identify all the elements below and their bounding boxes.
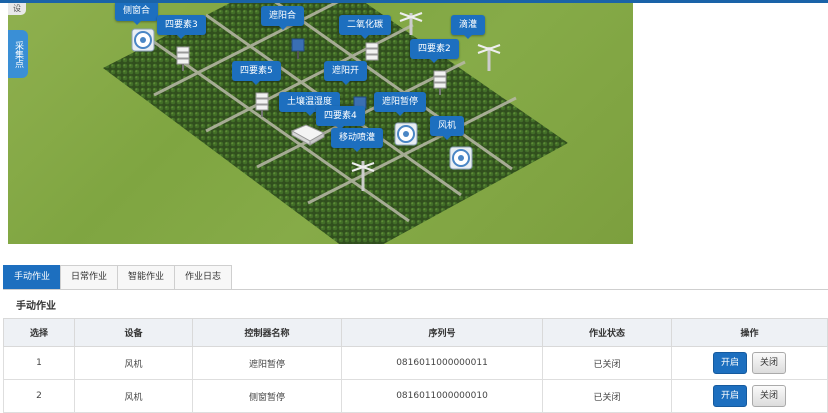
- sensor-icon[interactable]: [253, 91, 271, 117]
- mobile-sprinkler-icon[interactable]: [350, 153, 376, 193]
- tab-daily-operation[interactable]: 日常作业: [60, 265, 119, 289]
- row-actions-cell: 开启 关闭: [671, 379, 828, 413]
- operation-tabs: 手动作业 日常作业 智能作业 作业日志: [3, 265, 233, 290]
- turn-off-button[interactable]: 关闭: [751, 385, 786, 407]
- row-serial-cell: 0816011000000011: [341, 346, 543, 380]
- turn-on-button[interactable]: 开启: [713, 352, 748, 374]
- row-select-cell[interactable]: 1: [3, 346, 75, 380]
- section-title: 手动作业: [16, 301, 56, 312]
- device-tag-four-element-2[interactable]: 四要素2: [410, 39, 459, 63]
- column-header-select: 选择: [3, 318, 75, 347]
- row-device-cell: 风机: [74, 379, 193, 413]
- sensor-icon[interactable]: [431, 69, 449, 95]
- fan-icon[interactable]: [393, 121, 419, 147]
- tab-operation-log[interactable]: 作业日志: [174, 265, 233, 289]
- soil-sensor-box-icon[interactable]: [290, 123, 326, 147]
- collection-point-side-tab[interactable]: 采集点: [8, 30, 28, 78]
- fan-icon[interactable]: [448, 145, 474, 171]
- side-tab-collapse[interactable]: 设: [8, 3, 26, 15]
- device-tag-shade-open[interactable]: 遮阳开: [324, 61, 368, 85]
- fan-icon[interactable]: [130, 27, 156, 53]
- table-row[interactable]: 2 风机 侧窗暂停 0816011000000010 已关闭 开启 关闭: [3, 379, 828, 413]
- device-tag-four-element-4[interactable]: 四要素4: [316, 106, 365, 130]
- row-controller-cell: 遮阳暂停: [192, 346, 342, 380]
- column-header-serial: 序列号: [341, 318, 543, 347]
- device-tag-co2[interactable]: 二氧化碳: [339, 15, 392, 39]
- row-actions-cell: 开启 关闭: [671, 346, 828, 380]
- device-tag-drip-irrigation[interactable]: 滴灌: [451, 15, 486, 39]
- sensor-icon[interactable]: [174, 45, 192, 71]
- column-header-status: 作业状态: [542, 318, 672, 347]
- turn-on-button[interactable]: 开启: [713, 385, 748, 407]
- device-tag-side-window-close[interactable]: 侧窗合: [115, 3, 159, 25]
- column-header-device: 设备: [74, 318, 193, 347]
- row-device-cell: 风机: [74, 346, 193, 380]
- device-tag-four-element-5[interactable]: 四要素5: [232, 61, 281, 85]
- column-header-controller-name: 控制器名称: [192, 318, 342, 347]
- irrigation-sprinkler-icon[interactable]: [476, 39, 502, 73]
- device-tag-shade-pause[interactable]: 遮阳暂停: [374, 92, 427, 116]
- manual-operation-table: 选择 设备 控制器名称 序列号 作业状态 操作 1 风机 遮阳暂停 081601…: [3, 318, 828, 413]
- row-status-cell: 已关闭: [542, 346, 672, 380]
- row-status-cell: 已关闭: [542, 379, 672, 413]
- tab-manual-operation[interactable]: 手动作业: [3, 265, 62, 289]
- row-controller-cell: 侧窗暂停: [192, 379, 342, 413]
- row-serial-cell: 0816011000000010: [341, 379, 543, 413]
- device-tag-four-element-3[interactable]: 四要素3: [157, 15, 206, 39]
- table-row[interactable]: 1 风机 遮阳暂停 0816011000000011 已关闭 开启 关闭: [3, 346, 828, 380]
- device-tag-mobile-sprinkler[interactable]: 移动喷灌: [331, 128, 384, 152]
- turn-off-button[interactable]: 关闭: [751, 352, 786, 374]
- irrigation-sprinkler-icon[interactable]: [398, 7, 424, 37]
- device-tag-fan[interactable]: 风机: [430, 116, 465, 140]
- table-header-row: 选择 设备 控制器名称 序列号 作业状态 操作: [3, 318, 828, 347]
- tab-divider: [3, 289, 828, 290]
- row-select-cell[interactable]: 2: [3, 379, 75, 413]
- tab-smart-operation[interactable]: 智能作业: [117, 265, 176, 289]
- column-header-actions: 操作: [671, 318, 828, 347]
- device-tag-shade-close[interactable]: 遮阳合: [261, 6, 305, 30]
- farm-3d-view[interactable]: 侧窗合 四要素3 遮阳合 二氧化碳 滴灌 四要素2 四要素5 遮阳开 土壤温湿度…: [8, 3, 633, 244]
- shade-motor-icon[interactable]: [288, 33, 308, 59]
